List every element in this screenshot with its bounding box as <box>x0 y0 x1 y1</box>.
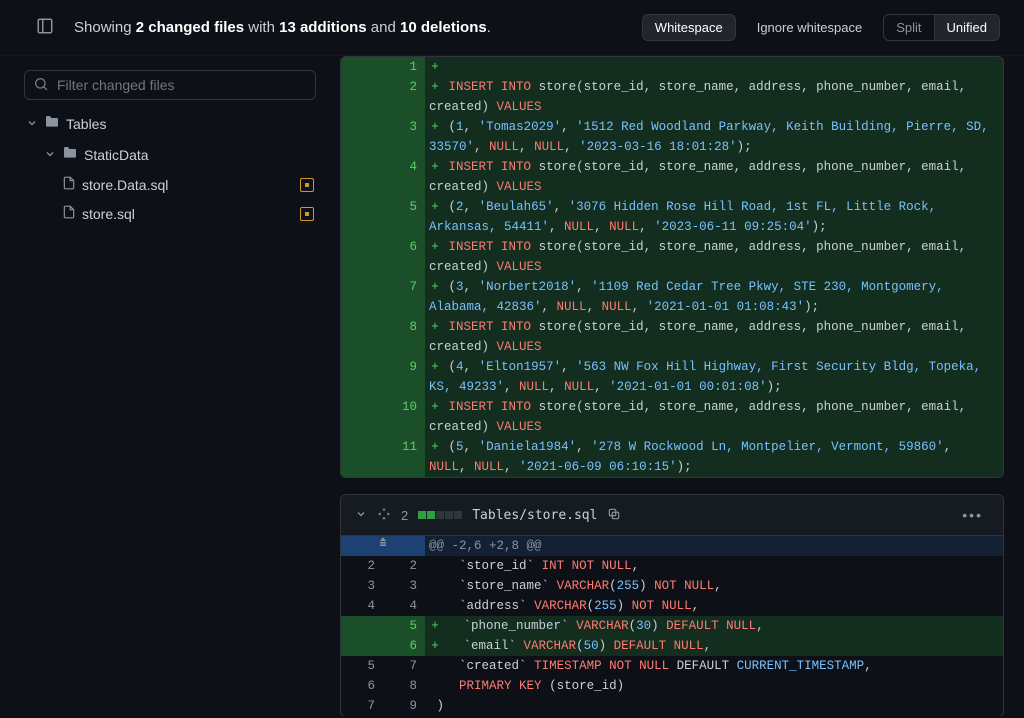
folder-icon <box>44 114 60 133</box>
diff-line[interactable]: 22 `store_id` INT NOT NULL, <box>341 556 1003 576</box>
more-options-icon[interactable]: ••• <box>956 505 989 525</box>
diff-file-store-data-sql: 1+ 2+ INSERT INTO store(store_id, store_… <box>340 56 1004 478</box>
diff-stat-bar <box>418 511 462 519</box>
panel-toggle-icon[interactable] <box>36 17 54 38</box>
unified-view-button[interactable]: Unified <box>934 15 999 40</box>
diff-line[interactable]: 1+ <box>341 57 1003 77</box>
chevron-down-icon <box>26 116 38 132</box>
diff-line[interactable]: 6+ INSERT INTO store(store_id, store_nam… <box>341 237 1003 277</box>
diff-line[interactable]: 79 ) <box>341 696 1003 716</box>
changes-summary: Showing 2 changed files with 13 addition… <box>74 19 491 36</box>
expand-icon[interactable] <box>377 507 391 524</box>
diff-line[interactable]: 9+ (4, 'Elton1957', '563 NW Fox Hill Hig… <box>341 357 1003 397</box>
tree-file-store-data-sql[interactable]: store.Data.sql <box>52 170 324 199</box>
diff-viewer[interactable]: 1+ 2+ INSERT INTO store(store_id, store_… <box>340 56 1024 716</box>
diff-line[interactable]: 10+ INSERT INTO store(store_id, store_na… <box>341 397 1003 437</box>
diff-line[interactable]: 11+ (5, 'Daniela1984', '278 W Rockwood L… <box>341 437 1003 477</box>
file-path[interactable]: Tables/store.sql <box>472 508 597 523</box>
file-header: 2 Tables/store.sql ••• <box>341 495 1003 536</box>
header-bar: Showing 2 changed files with 13 addition… <box>0 0 1024 56</box>
chevron-down-icon[interactable] <box>355 507 367 523</box>
tree-folder-staticdata[interactable]: StaticData <box>34 139 324 170</box>
ignore-whitespace-button[interactable]: Ignore whitespace <box>744 14 876 41</box>
diff-file-store-sql: 2 Tables/store.sql ••• @@ -2,6 +2,8 @@22… <box>340 494 1004 716</box>
split-view-button[interactable]: Split <box>884 15 933 40</box>
tree-label: store.Data.sql <box>82 177 168 193</box>
file-tree-sidebar: Tables StaticData store.Data.sql store.s… <box>0 56 340 716</box>
file-icon <box>62 176 76 193</box>
diff-line[interactable]: 5+ (2, 'Beulah65', '3076 Hidden Rose Hil… <box>341 197 1003 237</box>
diff-line[interactable]: 33 `store_name` VARCHAR(255) NOT NULL, <box>341 576 1003 596</box>
modified-indicator-icon <box>300 178 314 192</box>
folder-icon <box>62 145 78 164</box>
change-count: 2 <box>401 508 408 523</box>
search-icon <box>33 76 49 95</box>
diff-line[interactable]: @@ -2,6 +2,8 @@ <box>341 536 1003 556</box>
diff-line[interactable]: 68 PRIMARY KEY (store_id) <box>341 676 1003 696</box>
diff-line[interactable]: 4+ INSERT INTO store(store_id, store_nam… <box>341 157 1003 197</box>
diff-line[interactable]: 44 `address` VARCHAR(255) NOT NULL, <box>341 596 1003 616</box>
view-mode-segment: Split Unified <box>883 14 1000 41</box>
tree-file-store-sql[interactable]: store.sql <box>52 199 324 228</box>
diff-line[interactable]: 2+ INSERT INTO store(store_id, store_nam… <box>341 77 1003 117</box>
modified-indicator-icon <box>300 207 314 221</box>
diff-line[interactable]: 6+ `email` VARCHAR(50) DEFAULT NULL, <box>341 636 1003 656</box>
chevron-down-icon <box>44 147 56 163</box>
diff-line[interactable]: 5+ `phone_number` VARCHAR(30) DEFAULT NU… <box>341 616 1003 636</box>
diff-line[interactable]: 8+ INSERT INTO store(store_id, store_nam… <box>341 317 1003 357</box>
tree-label: Tables <box>66 116 106 132</box>
diff-line[interactable]: 7+ (3, 'Norbert2018', '1109 Red Cedar Tr… <box>341 277 1003 317</box>
filter-files-input[interactable] <box>24 70 316 100</box>
copy-icon[interactable] <box>607 507 621 524</box>
file-icon <box>62 205 76 222</box>
diff-line[interactable]: 57 `created` TIMESTAMP NOT NULL DEFAULT … <box>341 656 1003 676</box>
tree-label: StaticData <box>84 147 149 163</box>
tree-label: store.sql <box>82 206 135 222</box>
whitespace-button[interactable]: Whitespace <box>642 14 736 41</box>
diff-line[interactable]: 3+ (1, 'Tomas2029', '1512 Red Woodland P… <box>341 117 1003 157</box>
tree-folder-tables[interactable]: Tables <box>16 108 324 139</box>
